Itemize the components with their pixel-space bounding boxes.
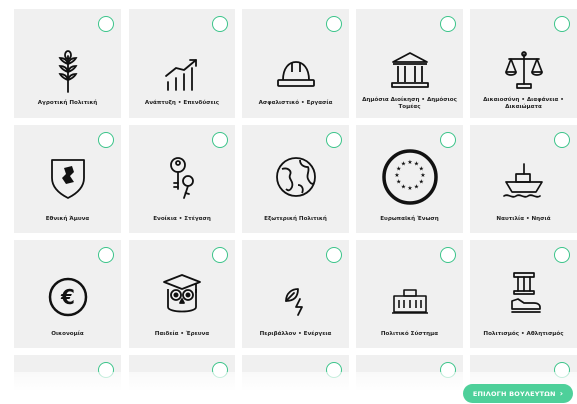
topic-label: Πολιτισμός • Αθλητισμός — [483, 331, 564, 337]
topic-label: Παιδεία • Έρευνα — [154, 331, 210, 337]
globe-icon — [271, 152, 321, 202]
select-circle[interactable] — [554, 247, 570, 263]
select-circle[interactable] — [440, 247, 456, 263]
topic-label: Αγροτική Πολιτική — [37, 100, 98, 106]
topic-label: Πολιτικό Σύστημα — [380, 331, 439, 337]
topic-tile[interactable]: Περιβάλλον • Ενέργεια — [242, 240, 349, 348]
topic-label: Περιβάλλον • Ενέργεια — [259, 331, 332, 337]
select-circle[interactable] — [554, 16, 570, 32]
topic-tile[interactable]: Ναυτιλία • Νησιά — [470, 125, 577, 233]
svg-text:★: ★ — [413, 183, 418, 190]
hard-hat-icon — [271, 49, 321, 99]
owl-graduate-icon — [157, 270, 207, 320]
select-mps-label: ΕΠΙΛΟΓΗ ΒΟΥΛΕΥΤΩΝ — [472, 389, 556, 398]
select-circle[interactable] — [554, 132, 570, 148]
chevron-right-icon: › — [559, 389, 564, 398]
select-circle[interactable] — [440, 132, 456, 148]
topic-label: Ασφαλιστικό • Εργασία — [258, 100, 333, 106]
svg-text:★: ★ — [407, 159, 412, 166]
topic-grid: Αγροτική Πολιτική Ανάπτυξη • Επενδύσεις — [0, 0, 577, 404]
select-circle[interactable] — [326, 132, 342, 148]
topic-label: Ευρωπαϊκή Ένωση — [380, 216, 439, 222]
topic-tile[interactable]: Εθνική Άμυνα — [14, 125, 121, 233]
svg-text:★: ★ — [418, 179, 423, 186]
topic-label: Οικονομία — [51, 331, 84, 337]
select-circle[interactable] — [98, 247, 114, 263]
leaf-energy-icon — [271, 276, 321, 326]
topic-label: Ανάπτυξη • Επενδύσεις — [144, 100, 220, 106]
government-building-icon — [385, 45, 435, 95]
svg-text:★: ★ — [407, 185, 412, 192]
select-circle[interactable] — [440, 16, 456, 32]
eu-stars-icon: ★ ★ ★ ★ ★ ★ ★ ★ ★ ★ ★ ★ — [380, 147, 440, 207]
topic-tile[interactable]: Ανάπτυξη • Επενδύσεις — [129, 9, 235, 118]
select-mps-button[interactable]: ΕΠΙΛΟΓΗ ΒΟΥΛΕΥΤΩΝ › — [463, 384, 573, 403]
topic-tile[interactable]: € Οικονομία — [14, 240, 121, 348]
wheat-icon — [43, 47, 93, 97]
keys-icon — [157, 153, 207, 203]
topic-tile[interactable]: Εξωτερική Πολιτική — [242, 125, 349, 233]
svg-text:★: ★ — [400, 161, 405, 168]
topic-tile[interactable]: Δικαιοσύνη • Διαφάνεια • Δικαιώματα — [470, 9, 577, 118]
growth-chart-icon — [157, 49, 207, 99]
svg-text:€: € — [60, 285, 75, 309]
topic-label: Δικαιοσύνη • Διαφάνεια • Δικαιώματα — [483, 97, 564, 110]
parliament-icon — [385, 276, 435, 326]
ship-icon — [499, 155, 549, 205]
select-circle[interactable] — [326, 16, 342, 32]
svg-text:★: ★ — [400, 183, 405, 190]
topic-tile[interactable]: Πολιτικό Σύστημα — [356, 240, 463, 348]
topic-tile[interactable]: Ενοίκια • Στέγαση — [129, 125, 235, 233]
topic-label: Εθνική Άμυνα — [45, 216, 90, 222]
topic-label: Δημόσια Διοίκηση • Δημόσιος Τομέας — [362, 97, 457, 110]
select-circle[interactable] — [326, 247, 342, 263]
select-circle[interactable] — [212, 247, 228, 263]
topic-tile[interactable]: Ασφαλιστικό • Εργασία — [242, 9, 349, 118]
topic-tile[interactable]: ★ ★ ★ ★ ★ ★ ★ ★ ★ ★ ★ ★ Ευρωπαϊκή Ένωση — [356, 125, 463, 233]
select-circle[interactable] — [98, 16, 114, 32]
select-circle[interactable] — [212, 16, 228, 32]
topic-tile[interactable]: Δημόσια Διοίκηση • Δημόσιος Τομέας — [356, 9, 463, 118]
topic-tile[interactable]: Πολιτισμός • Αθλητισμός — [470, 240, 577, 348]
select-circle[interactable] — [212, 132, 228, 148]
topic-tile[interactable]: Παιδεία • Έρευνα — [129, 240, 235, 348]
scales-icon — [499, 45, 549, 95]
topic-tile[interactable]: Αγροτική Πολιτική — [14, 9, 121, 118]
topic-label: Ενοίκια • Στέγαση — [153, 216, 211, 222]
column-sneaker-icon — [499, 268, 549, 318]
topic-label: Ναυτιλία • Νησιά — [496, 216, 551, 222]
shield-icon — [43, 152, 93, 202]
euro-icon: € — [43, 272, 93, 322]
svg-text:★: ★ — [396, 179, 401, 186]
svg-text:★: ★ — [394, 172, 399, 179]
topic-label: Εξωτερική Πολιτική — [264, 216, 327, 222]
select-circle[interactable] — [98, 132, 114, 148]
